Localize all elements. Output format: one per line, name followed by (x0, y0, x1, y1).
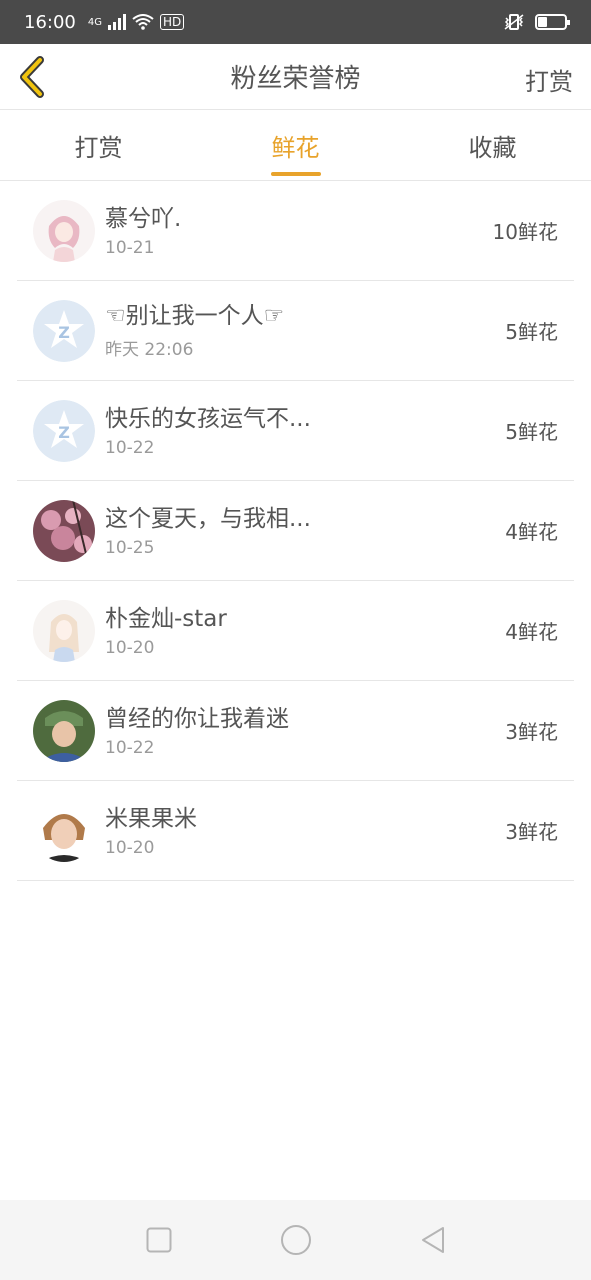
user-name: 曾经的你让我着迷 (105, 705, 289, 732)
square-icon (146, 1227, 171, 1253)
flower-count: 10鲜花 (492, 220, 558, 244)
battery-icon (535, 14, 570, 30)
photo-avatar-icon (33, 699, 95, 762)
battery-fill (538, 17, 548, 27)
svg-text:Z: Z (58, 323, 70, 342)
list-item[interactable]: 朴金灿-star 10-20 4鲜花 (17, 581, 574, 681)
status-left: 16:00 4G HD (24, 11, 185, 33)
item-date: 10-21 (105, 237, 155, 258)
item-info: 慕兮吖. 10-21 (105, 204, 493, 258)
avatar (33, 799, 95, 862)
hd-badge: HD (160, 14, 185, 30)
svg-text:Z: Z (58, 423, 70, 442)
home-button[interactable] (276, 1220, 316, 1260)
user-name: 米果果米 (105, 805, 197, 832)
user-name: 快乐的女孩运气不... (105, 405, 311, 432)
signal-icon (108, 14, 126, 30)
user-name: 朴金灿-star (105, 605, 227, 632)
avatar (33, 699, 95, 762)
status-bar: 16:00 4G HD (0, 0, 591, 44)
status-time: 16:00 (24, 11, 76, 33)
list-item[interactable]: 曾经的你让我着迷 10-22 3鲜花 (17, 681, 574, 781)
flower-count: 4鲜花 (505, 620, 558, 644)
default-avatar-icon: Z (33, 399, 95, 462)
item-date: 10-20 (105, 637, 155, 658)
recent-apps-button[interactable] (139, 1220, 179, 1260)
tip-button[interactable]: 打赏 (525, 62, 573, 97)
flower-count: 5鲜花 (505, 420, 558, 444)
chevron-left-icon (20, 56, 44, 98)
item-date: 10-22 (105, 737, 155, 758)
flower-count: 3鲜花 (505, 820, 558, 844)
flower-count: 4鲜花 (505, 520, 558, 544)
avatar: Z (33, 299, 95, 362)
flower-count: 3鲜花 (505, 720, 558, 744)
photo-avatar-icon (33, 799, 95, 862)
anime-girl-avatar-icon (33, 599, 95, 662)
avatar (33, 499, 95, 562)
list-item[interactable]: 米果果米 10-20 3鲜花 (17, 781, 574, 881)
avatar: Z (33, 399, 95, 462)
item-info: 快乐的女孩运气不... 10-22 (105, 404, 505, 458)
list-item[interactable]: Z ☜别让我一个人☞ 昨天 22:06 5鲜花 (17, 281, 574, 381)
system-nav-bar (0, 1200, 591, 1280)
user-name: 慕兮吖. (105, 205, 182, 232)
triangle-back-icon (421, 1227, 444, 1253)
item-date: 10-20 (105, 837, 155, 858)
list-item[interactable]: 慕兮吖. 10-21 10鲜花 (17, 181, 574, 281)
back-nav-button[interactable] (413, 1220, 453, 1260)
tab-tip[interactable]: 打赏 (0, 110, 197, 180)
tab-favorites[interactable]: 收藏 (394, 110, 591, 180)
item-info: 朴金灿-star 10-20 (105, 604, 505, 658)
tab-bar: 打赏 鲜花 收藏 (0, 110, 591, 181)
page-title: 粉丝荣誉榜 (230, 64, 361, 94)
wifi-icon (132, 14, 154, 30)
flower-count: 5鲜花 (505, 320, 558, 344)
item-date: 昨天 22:06 (105, 340, 194, 360)
vibrate-icon (504, 14, 524, 30)
status-right (503, 13, 570, 31)
list-item[interactable]: 这个夏天，与我相... 10-25 4鲜花 (17, 481, 574, 581)
anime-girl-avatar-icon (33, 199, 95, 262)
circle-icon (280, 1225, 311, 1255)
back-button[interactable] (14, 54, 50, 100)
item-info: 曾经的你让我着迷 10-22 (105, 704, 505, 758)
flower-avatar-icon (33, 499, 95, 562)
avatar (33, 199, 95, 262)
item-info: ☜别让我一个人☞ 昨天 22:06 (105, 301, 505, 360)
network-label: 4G (87, 16, 102, 28)
default-avatar-icon: Z (33, 299, 95, 362)
tab-flowers[interactable]: 鲜花 (197, 110, 394, 180)
avatar (33, 599, 95, 662)
item-info: 米果果米 10-20 (105, 804, 505, 858)
list-item[interactable]: Z 快乐的女孩运气不... 10-22 5鲜花 (17, 381, 574, 481)
item-info: 这个夏天，与我相... 10-25 (105, 504, 505, 558)
ranking-list: 慕兮吖. 10-21 10鲜花 Z ☜别让我一个人☞ 昨天 22:06 5鲜花 … (0, 181, 591, 881)
user-name: 这个夏天，与我相... (105, 505, 311, 532)
user-name: ☜别让我一个人☞ (105, 303, 285, 329)
item-date: 10-22 (105, 437, 155, 458)
item-date: 10-25 (105, 537, 155, 558)
header: 粉丝荣誉榜 打赏 (0, 44, 591, 110)
